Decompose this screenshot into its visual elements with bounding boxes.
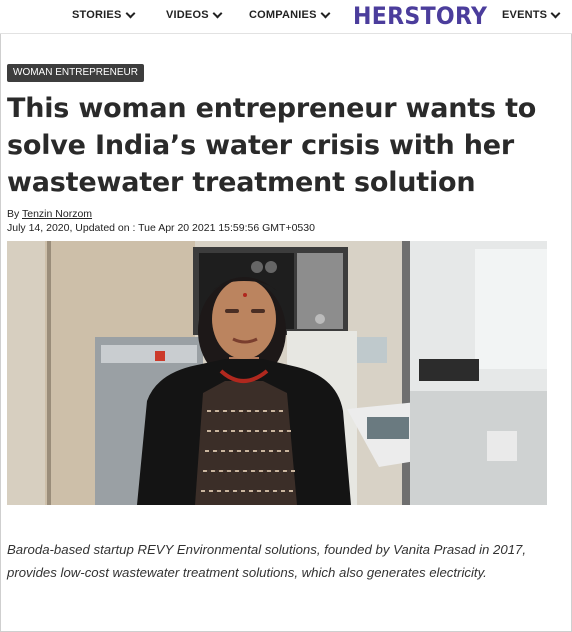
nav-events[interactable]: EVENTS — [502, 8, 561, 21]
hero-photo-illustration — [7, 241, 547, 505]
byline: By Tenzin Norzom — [7, 208, 92, 220]
nav-companies[interactable]: COMPANIES — [249, 8, 331, 21]
byline-prefix: By — [7, 208, 20, 220]
dateline: July 14, 2020, Updated on : Tue Apr 20 2… — [7, 222, 315, 234]
nav-stories-label: STORIES — [72, 9, 122, 21]
article-intro: Baroda-based startup REVY Environmental … — [7, 542, 527, 580]
chevron-down-icon — [550, 8, 561, 18]
nav-events-label: EVENTS — [502, 9, 548, 21]
nav-stories[interactable]: STORIES — [72, 8, 135, 21]
hero-photo — [7, 241, 547, 505]
chevron-down-icon — [212, 8, 223, 18]
top-navigation: STORIES VIDEOS COMPANIES HERSTORY EVENTS — [0, 0, 572, 34]
author-link[interactable]: Tenzin Norzom — [22, 208, 92, 220]
category-badge[interactable]: WOMAN ENTREPRENEUR — [7, 64, 145, 82]
nav-videos[interactable]: VIDEOS — [166, 8, 223, 21]
nav-videos-label: VIDEOS — [166, 9, 209, 21]
chevron-down-icon — [125, 8, 135, 18]
nav-companies-label: COMPANIES — [249, 9, 317, 21]
article-headline: This woman entrepreneur wants to solve I… — [7, 93, 537, 198]
herstory-logo[interactable]: HERSTORY — [353, 2, 487, 30]
chevron-down-icon — [320, 8, 331, 18]
